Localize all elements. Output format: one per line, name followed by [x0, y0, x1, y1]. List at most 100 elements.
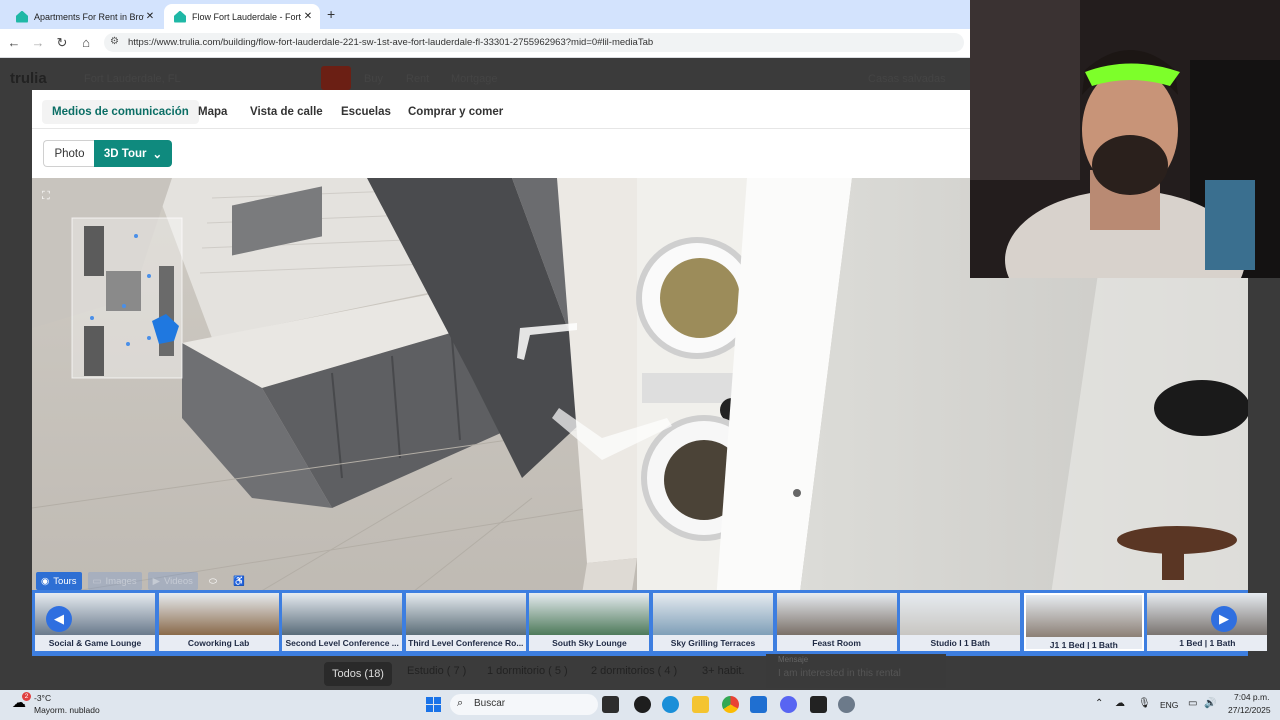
videos-tab-label: Videos: [163, 575, 193, 587]
obs-icon[interactable]: [634, 696, 651, 713]
tab-schools[interactable]: Escuelas: [341, 100, 391, 124]
tour-thumbnail[interactable]: Second Level Conference ...: [282, 593, 403, 651]
taskbar-search-label: Buscar: [474, 698, 506, 709]
thumbnail-label: 1 Bed | 1 Bath: [1179, 638, 1236, 648]
settings-gear-icon[interactable]: [838, 696, 855, 713]
tour-thumbnail[interactable]: South Sky Lounge: [529, 593, 650, 651]
thumbnail-label: Coworking Lab: [187, 638, 250, 648]
message-label: Mensaje: [778, 655, 809, 664]
3d-tour-label: 3D Tour: [103, 147, 147, 160]
thumbnail-image: [653, 593, 773, 635]
floorplan-minimap[interactable]: [44, 216, 184, 381]
browser-tab-apartments[interactable]: Apartments For Rent in Browar ✕: [6, 4, 162, 29]
background-search-button: [321, 66, 351, 90]
filter-3plus: 3+ habit.: [702, 665, 745, 677]
thumbnail-label: South Sky Lounge: [552, 638, 627, 648]
thumbnail-label: Feast Room: [812, 638, 861, 648]
volume-icon[interactable]: 🔊: [1204, 698, 1216, 709]
home-icon[interactable]: ⌂: [78, 35, 94, 50]
tour-thumbnail[interactable]: Studio I 1 Bath: [900, 593, 1021, 651]
windows-start-icon[interactable]: [426, 697, 441, 712]
discord-icon[interactable]: [780, 696, 797, 713]
weather-description: Mayorm. nublado: [34, 705, 100, 715]
language-indicator[interactable]: ENG: [1160, 700, 1178, 710]
nav-rent: Rent: [406, 73, 430, 85]
file-explorer-icon[interactable]: [692, 696, 709, 713]
nav-mortgage: Mortgage: [451, 73, 498, 85]
site-info-icon[interactable]: ⚙: [110, 36, 119, 47]
tab-shop-eat[interactable]: Comprar y comer: [408, 100, 503, 124]
filter-2bed: 2 dormitorios ( 4 ): [591, 665, 678, 677]
tour-thumbnail[interactable]: 1 Bed | 1 Bath: [1147, 593, 1268, 651]
forward-arrow-icon[interactable]: →: [30, 35, 46, 50]
network-icon[interactable]: ▭: [1188, 698, 1197, 709]
reload-icon[interactable]: ↻: [54, 35, 70, 51]
tour-thumbnail[interactable]: Sky Grilling Terraces: [653, 593, 773, 651]
thumbnail-image: [1147, 593, 1268, 635]
close-tab-icon[interactable]: ✕: [302, 11, 314, 22]
videos-tab[interactable]: ▶ Videos: [147, 572, 198, 590]
tour-type-tabs: ◉ Tours ▭ Images ▶ Videos ⬭ ♿: [36, 572, 250, 590]
microphone-icon[interactable]: 🎙: [1138, 698, 1151, 709]
nav-buy: Buy: [364, 73, 383, 85]
thumbnail-image: [405, 593, 526, 635]
accessibility-icon[interactable]: ♿: [228, 572, 250, 590]
images-tab-label: Images: [105, 575, 137, 587]
clock-time[interactable]: 7:04 p.m.: [1234, 692, 1269, 702]
thumbnail-image: [900, 593, 1021, 635]
chevron-up-icon[interactable]: ⌃: [1095, 698, 1103, 709]
clock-date[interactable]: 27/12/2025: [1228, 705, 1271, 715]
vr-headset-icon[interactable]: ⬭: [204, 572, 222, 590]
browser-tab-flow[interactable]: Flow Fort Lauderdale - Fort La ✕: [164, 4, 320, 29]
thumbnail-label: Social & Game Lounge: [48, 638, 142, 648]
tab-title: Flow Fort Lauderdale - Fort La: [192, 11, 302, 22]
thumbnail-image: [158, 593, 279, 635]
tour-globe-icon: ◉: [41, 575, 50, 587]
tab-media[interactable]: Medios de comunicación: [42, 100, 199, 124]
message-text: I am interested in this rental: [778, 668, 901, 679]
tour-thumbnail[interactable]: Third Level Conference Ro...: [405, 593, 526, 651]
background-search-input: Fort Lauderdale, FL: [84, 73, 181, 85]
taskbar-search-input[interactable]: [450, 694, 598, 715]
tour-thumbnail[interactable]: J1 1 Bed | 1 Bath: [1023, 593, 1144, 651]
edge-icon[interactable]: [662, 696, 679, 713]
saved-homes-link: Casas salvadas: [868, 73, 946, 85]
thumbnail-label: J1 1 Bed | 1 Bath: [1049, 640, 1118, 650]
webcam-image: [970, 0, 1280, 278]
search-icon: ⌕: [457, 697, 464, 709]
close-tab-icon[interactable]: ✕: [144, 11, 156, 22]
task-view-icon[interactable]: [602, 696, 619, 713]
trulia-favicon-icon: [16, 10, 28, 23]
thumbnail-label: Second Level Conference ...: [285, 638, 399, 648]
images-tab[interactable]: ▭ Images: [87, 572, 142, 590]
tours-tab[interactable]: ◉ Tours: [36, 572, 82, 590]
webcam-overlay: [970, 0, 1280, 278]
cloud-sync-icon[interactable]: ☁: [1115, 698, 1125, 709]
filter-studio: Estudio ( 7 ): [407, 665, 467, 677]
epic-games-icon[interactable]: [810, 696, 827, 713]
fullscreen-icon[interactable]: ⛶: [42, 190, 50, 203]
back-arrow-icon[interactable]: ←: [6, 35, 22, 50]
photo-button[interactable]: Photo: [43, 140, 95, 167]
thumbnail-image: [776, 593, 897, 635]
thumbnail-label: Sky Grilling Terraces: [670, 638, 756, 648]
chrome-icon[interactable]: [722, 696, 739, 713]
thumbnail-image: [1025, 595, 1142, 637]
thumbnail-image: [529, 593, 650, 635]
new-tab-button[interactable]: +: [327, 6, 335, 22]
prev-thumbnail-arrow-icon[interactable]: ◀: [46, 606, 72, 632]
image-icon: ▭: [92, 575, 102, 587]
store-icon[interactable]: [750, 696, 767, 713]
weather-temperature: -3°C: [34, 693, 52, 703]
next-thumbnail-arrow-icon[interactable]: ▶: [1211, 606, 1237, 632]
url-input[interactable]: https://www.trulia.com/building/flow-for…: [104, 33, 964, 52]
filter-1bed: 1 dormitorio ( 5 ): [487, 665, 568, 677]
thumbnail-label: Studio I 1 Bath: [930, 638, 990, 648]
tour-thumbnail[interactable]: Feast Room: [776, 593, 897, 651]
filter-all: Todos (18): [324, 662, 392, 686]
tab-map[interactable]: Mapa: [198, 100, 227, 124]
3d-tour-button[interactable]: 3D Tour ⌄: [94, 140, 172, 167]
tour-thumbnail[interactable]: Coworking Lab: [158, 593, 279, 651]
tab-street-view[interactable]: Vista de calle: [250, 100, 323, 124]
chevron-down-icon: ⌄: [152, 148, 163, 161]
